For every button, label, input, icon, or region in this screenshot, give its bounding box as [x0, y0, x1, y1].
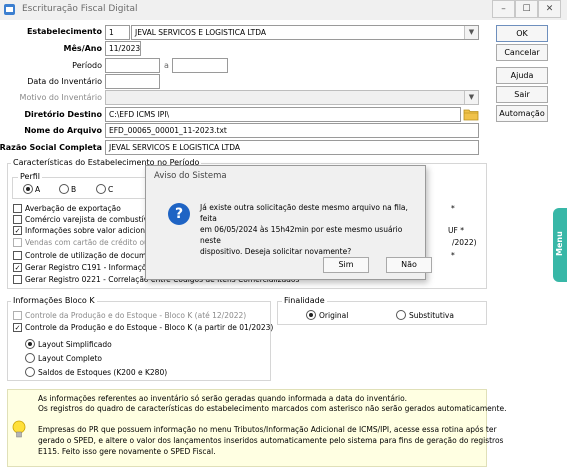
diretorio-destino-label: Diretório Destino — [24, 110, 102, 119]
window-title: Escrituração Fiscal Digital — [22, 4, 138, 14]
mes-ano-label: Mês/Ano — [63, 44, 102, 53]
dialog-message: Já existe outra solicitação deste mesmo … — [200, 202, 420, 257]
asterisk-fragment-1: * — [451, 204, 455, 213]
controle-documentos-label: Controle de utilização de document — [25, 251, 159, 260]
perfil-radio-c[interactable] — [96, 184, 106, 194]
sair-button[interactable]: Sair — [496, 86, 548, 103]
nome-arquivo-label: Nome do Arquivo — [24, 126, 102, 135]
sim-button[interactable]: Sim — [323, 257, 369, 273]
mes-ano-field[interactable]: 11/2023 — [105, 41, 141, 56]
info-line-4: gerado o SPED, e altere o valor dos lanç… — [38, 436, 504, 445]
ok-button[interactable]: OK — [496, 25, 548, 42]
question-icon: ? — [168, 203, 190, 225]
automacao-button[interactable]: Automação — [496, 105, 548, 122]
dialog-message-line-3: dispositivo. Deseja solicitar novamente? — [200, 247, 352, 256]
side-menu-tab[interactable]: Menu — [553, 208, 567, 282]
lightbulb-icon — [12, 420, 26, 438]
dialog-message-line-1: Já existe outra solicitação deste mesmo … — [200, 203, 408, 223]
finalidade-original-radio[interactable] — [306, 310, 316, 320]
perfil-radio-b[interactable] — [59, 184, 69, 194]
estabelecimento-name: JEVAL SERVICOS E LOGISTICA LTDA — [135, 28, 266, 37]
perfil-label-c: C — [108, 185, 114, 194]
finalidade-original-label: Original — [319, 311, 349, 320]
close-button[interactable]: ✕ — [538, 0, 561, 18]
cartao-credito-label: Vendas com cartão de crédito ou de — [25, 238, 161, 247]
bloco-k-title: Informações Bloco K — [11, 296, 97, 305]
estabelecimento-select[interactable]: JEVAL SERVICOS E LOGISTICA LTDA ▼ — [131, 25, 479, 40]
comercio-label: Comércio varejista de combustíveis — [25, 215, 159, 224]
layout-completo-radio[interactable] — [25, 353, 35, 363]
side-menu-label: Menu — [555, 231, 564, 256]
averbacao-checkbox[interactable] — [13, 204, 22, 213]
perfil-label-b: B — [71, 185, 77, 194]
bloco-k-2023-label: Controle da Produção e do Estoque - Bloc… — [25, 323, 274, 332]
periodo-separator: a — [164, 61, 169, 70]
registro-c191-label: Gerar Registro C191 - Informações — [25, 263, 155, 272]
periodo-from-field[interactable] — [105, 58, 160, 73]
data-inventario-label: Data do Inventário — [27, 77, 102, 86]
bloco-k-2023-checkbox[interactable]: ✓ — [13, 323, 22, 332]
uf-fragment: UF * — [448, 226, 464, 235]
nao-button[interactable]: Não — [386, 257, 432, 273]
finalidade-title: Finalidade — [282, 296, 327, 305]
chevron-down-icon: ▼ — [464, 91, 478, 104]
asterisk-fragment-2: * — [451, 251, 455, 260]
averbacao-label: Averbação de exportação — [25, 204, 121, 213]
folder-icon[interactable] — [463, 106, 479, 122]
dialog-message-line-2: em 06/05/2024 às 15h42min por este mesmo… — [200, 225, 403, 245]
info-line-5: E115. Feito isso gere novamente o SPED F… — [38, 447, 216, 456]
motivo-inventario-select: ▼ — [105, 90, 479, 105]
bloco-k-2022-checkbox — [13, 311, 22, 320]
valor-adicionado-checkbox[interactable]: ✓ — [13, 226, 22, 235]
app-icon — [4, 4, 15, 15]
nome-arquivo-field[interactable]: EFD_00065_00001_11-2023.txt — [105, 123, 479, 138]
perfil-label-a: A — [35, 185, 41, 194]
title-bar: Escrituração Fiscal Digital – ☐ ✕ — [0, 0, 567, 20]
info-line-2: Os registros do quadro de característica… — [38, 404, 507, 413]
periodo-to-field[interactable] — [172, 58, 228, 73]
data-inventario-field[interactable] — [105, 74, 160, 89]
info-line-1: As informações referentes ao inventário … — [38, 394, 407, 403]
registro-c191-checkbox[interactable]: ✓ — [13, 263, 22, 272]
diretorio-destino-field[interactable]: C:\EFD ICMS IPI\ — [105, 107, 461, 122]
finalidade-substitutiva-radio[interactable] — [396, 310, 406, 320]
layout-completo-label: Layout Completo — [38, 354, 102, 363]
periodo-label: Período — [72, 61, 102, 70]
chevron-down-icon[interactable]: ▼ — [464, 26, 478, 39]
year-fragment: /2022) — [452, 238, 477, 247]
razao-social-label: Razão Social Completa — [0, 143, 102, 152]
info-line-3: Empresas do PR que possuem informação no… — [38, 425, 497, 434]
comercio-checkbox[interactable] — [13, 215, 22, 224]
finalidade-substitutiva-label: Substitutiva — [409, 311, 454, 320]
perfil-title: Perfil — [18, 172, 43, 181]
dialog-title: Aviso do Sistema — [154, 171, 227, 181]
motivo-inventario-label: Motivo do Inventário — [19, 93, 102, 102]
razao-social-field[interactable]: JEVAL SERVICOS E LOGISTICA LTDA — [105, 140, 479, 155]
layout-simplificado-radio[interactable] — [25, 339, 35, 349]
cancelar-button[interactable]: Cancelar — [496, 44, 548, 61]
saldos-estoques-label: Saldos de Estoques (K200 e K280) — [38, 368, 168, 377]
valor-adicionado-label: Informações sobre valor adicionado — [25, 226, 159, 235]
maximize-button[interactable]: ☐ — [515, 0, 538, 18]
layout-simplificado-label: Layout Simplificado — [38, 340, 112, 349]
ajuda-button[interactable]: Ajuda — [496, 67, 548, 84]
registro-0221-checkbox[interactable] — [13, 275, 22, 284]
saldos-estoques-radio[interactable] — [25, 367, 35, 377]
aviso-dialog: Aviso do Sistema ? Já existe outra solic… — [145, 165, 432, 280]
estabelecimento-code-field[interactable]: 1 — [105, 25, 130, 40]
cartao-credito-checkbox — [13, 238, 22, 247]
info-box: As informações referentes ao inventário … — [7, 389, 506, 467]
bloco-k-2022-label: Controle da Produção e do Estoque - Bloc… — [25, 311, 247, 320]
estabelecimento-label: Estabelecimento — [26, 27, 102, 36]
minimize-button[interactable]: – — [492, 0, 515, 18]
perfil-radio-a[interactable] — [23, 184, 33, 194]
controle-documentos-checkbox[interactable] — [13, 251, 22, 260]
